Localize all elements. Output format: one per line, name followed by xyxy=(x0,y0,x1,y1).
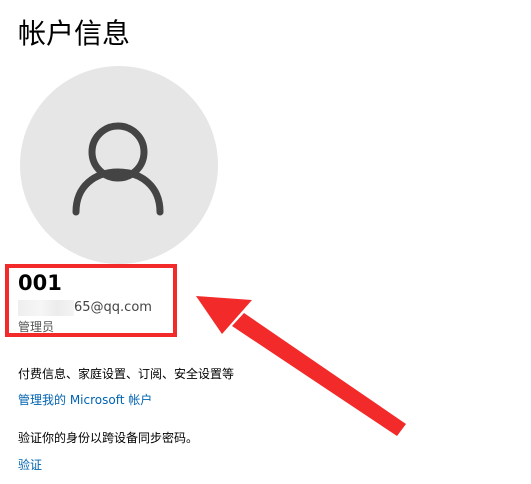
person-icon xyxy=(72,122,164,216)
manage-microsoft-account-link[interactable]: 管理我的 Microsoft 帐户 xyxy=(18,390,152,410)
verify-link[interactable]: 验证 xyxy=(18,455,42,475)
page-title: 帐户信息 xyxy=(18,17,131,50)
billing-description: 付费信息、家庭设置、订阅、安全设置等 xyxy=(18,367,235,381)
avatar xyxy=(20,66,218,264)
verify-description: 验证你的身份以跨设备同步密码。 xyxy=(18,431,199,445)
arrow-head xyxy=(196,296,252,334)
highlight-box xyxy=(5,264,177,337)
arrow-shaft xyxy=(232,313,406,436)
